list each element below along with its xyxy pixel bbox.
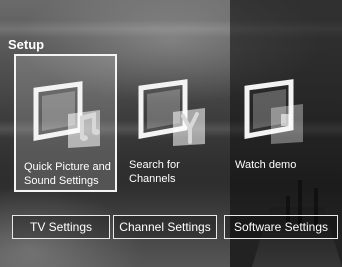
music-note-icon: [33, 81, 100, 148]
antenna-icon: [138, 79, 205, 146]
demo-screen-icon: [244, 79, 303, 144]
quick-picture-sound-tile[interactable]: Quick Picture and Sound Settings: [14, 54, 117, 192]
tile-label: Watch demo: [235, 159, 297, 171]
setup-screen: Setup Quick Picture and Sound Settings S…: [0, 0, 342, 267]
software-settings-button[interactable]: Software Settings: [224, 215, 338, 239]
tile-label: Quick Picture and Sound Settings: [24, 161, 111, 187]
search-channels-tile[interactable]: Search for Channels: [121, 54, 224, 192]
channel-settings-button[interactable]: Channel Settings: [113, 215, 217, 239]
tile-label: Search for Channels: [129, 159, 180, 185]
tv-settings-button[interactable]: TV Settings: [12, 215, 110, 239]
watch-demo-tile[interactable]: Watch demo: [227, 54, 330, 192]
page-title: Setup: [8, 37, 45, 52]
